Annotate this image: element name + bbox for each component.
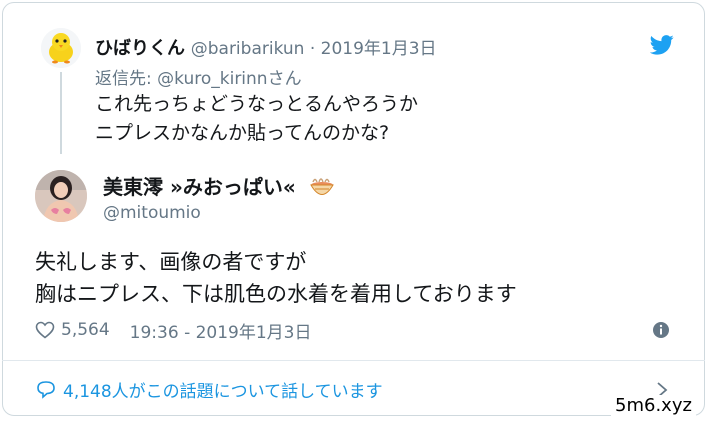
comment-icon: [37, 381, 55, 399]
footer-divider: [2, 360, 705, 361]
tweet-text: 失礼します、画像の者ですが 胸はニプレス、下は肌色の水着を着用しております: [35, 246, 517, 310]
author-name[interactable]: 美東澪 »みおっぱい«: [103, 175, 296, 199]
reply-text-line: ニプレスかなんか貼ってんのかな?: [95, 122, 390, 144]
site-watermark: 5m6.xyz: [611, 395, 696, 416]
tweet-meta-row: 5,564 19:36 - 2019年1月3日: [35, 318, 312, 343]
tweet-timestamp[interactable]: 19:36 - 2019年1月3日: [130, 318, 312, 343]
reply-text-line: これ先っちょどうなっとるんやろうか: [95, 93, 419, 115]
author-name-row: 美東澪 »みおっぱい«: [103, 171, 335, 200]
author-avatar-image: [35, 170, 87, 222]
reply-to-handle[interactable]: @kuro_kirinnさん: [157, 69, 301, 89]
info-icon[interactable]: [651, 320, 671, 340]
author-avatar[interactable]: [35, 170, 87, 222]
heart-icon[interactable]: [35, 321, 55, 339]
twitter-bird-icon[interactable]: [650, 35, 674, 55]
reply-header: ひばりくん @baribarikun · 2019年1月3日: [95, 34, 437, 60]
noodle-bowl-emoji-icon: [309, 178, 334, 195]
tweet-text-line: 失礼します、画像の者ですが: [35, 250, 307, 274]
reply-to-prefix: 返信先:: [95, 69, 158, 89]
reply-text: これ先っちょどうなっとるんやろうか ニプレスかなんか貼ってんのかな?: [95, 90, 418, 148]
chick-avatar-image: [41, 28, 81, 68]
author-handle[interactable]: @mitoumio: [103, 203, 201, 223]
reply-author-name[interactable]: ひばりくん: [95, 38, 185, 59]
thread-connector-line: [60, 72, 62, 154]
reply-handle-date[interactable]: @baribarikun · 2019年1月3日: [191, 39, 437, 59]
reply-avatar[interactable]: [41, 28, 81, 68]
discussion-count-text[interactable]: 4,148人がこの話題について話しています: [63, 377, 383, 402]
reply-to-line: 返信先: @kuro_kirinnさん: [95, 64, 302, 89]
conversation-link[interactable]: 4,148人がこの話題について話しています: [35, 377, 383, 402]
like-count[interactable]: 5,564: [61, 320, 110, 340]
tweet-text-line: 胸はニプレス、下は肌色の水着を着用しております: [35, 282, 517, 306]
